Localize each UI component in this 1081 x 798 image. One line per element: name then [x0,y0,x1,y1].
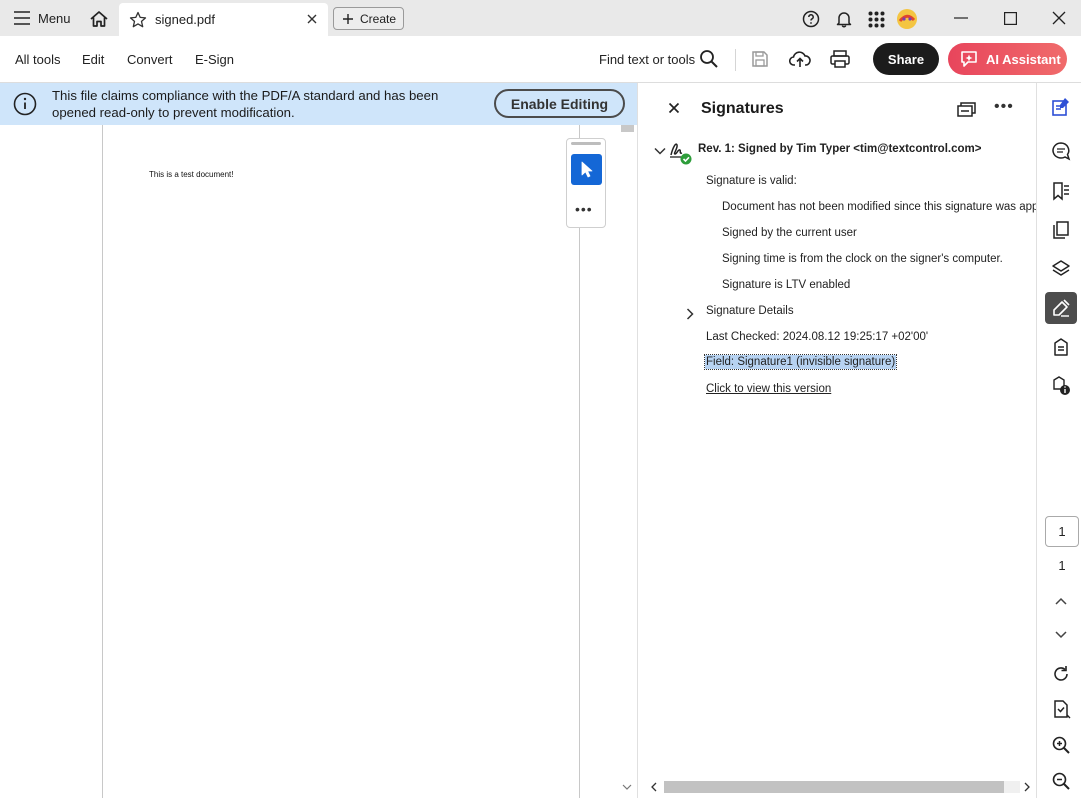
signature-field[interactable]: Field: Signature1 (invisible signature) [703,354,898,370]
layers-icon [1051,259,1071,279]
ai-assistant-button[interactable]: AI Assistant [948,43,1067,75]
search-icon[interactable] [699,49,719,69]
detail-signed-by-current-user: Signed by the current user [722,227,857,239]
more-tools-icon[interactable]: ••• [575,201,593,217]
cursor-arrow-icon [579,161,595,179]
main-toolbar: All tools Edit Convert E-Sign Find text … [0,36,1081,83]
menu-all-tools[interactable]: All tools [15,52,61,67]
signature-details-node[interactable]: Signature Details [706,305,794,317]
zoom-out-icon[interactable] [1045,765,1077,797]
chevron-right-icon[interactable] [686,308,694,320]
rail-bookmarks-button[interactable] [1045,175,1077,207]
menu-button[interactable]: Menu [8,4,77,32]
right-rail: 1 1 [1036,83,1081,798]
signatures-panel: Signatures ••• Rev. 1: Signed by Tim Typ… [637,83,1037,798]
rail-edit-pdf-button[interactable] [1045,91,1077,123]
panel-horizontal-scrollbar[interactable] [648,779,1034,795]
scroll-left-icon[interactable] [650,782,658,792]
last-checked: Last Checked: 2024.08.12 19:25:17 +02'00… [706,331,929,343]
star-icon[interactable] [129,11,147,29]
signature-pen-icon [1051,298,1071,318]
enable-editing-button[interactable]: Enable Editing [494,89,625,118]
close-window-icon[interactable] [1046,6,1072,30]
title-bar: Menu signed.pdf Create [0,0,1081,36]
menu-label: Menu [38,10,71,26]
rail-document-properties-button[interactable] [1045,370,1077,402]
current-page-input[interactable]: 1 [1045,516,1079,547]
view-version-link[interactable]: Click to view this version [706,383,831,395]
menu-e-sign[interactable]: E-Sign [195,52,234,67]
find-text-or-tools[interactable]: Find text or tools [599,52,695,67]
signature-status: Signature is valid: [706,175,797,187]
create-button[interactable]: Create [333,7,404,30]
toolbar-divider [735,49,736,71]
help-icon[interactable] [800,8,822,30]
comment-icon [1051,141,1071,161]
detail-ltv-enabled: Signature is LTV enabled [722,279,851,291]
ai-assistant-icon [960,50,980,68]
document-info-icon [1051,376,1071,396]
notice-message: This file claims compliance with the PDF… [52,88,439,120]
save-icon[interactable] [750,49,770,69]
edit-pdf-icon [1051,97,1071,117]
floating-toolbar: ••• [566,138,606,228]
detail-not-modified: Document has not been modified since thi… [722,201,1037,213]
info-icon [13,92,37,116]
pdf-page[interactable]: This is a test document! [102,125,580,798]
document-text: This is a test document! [149,170,234,179]
menu-convert[interactable]: Convert [127,52,173,67]
total-pages: 1 [1058,558,1066,573]
page-display-icon[interactable] [1045,693,1077,725]
plus-icon [342,13,354,25]
bookmark-icon [1051,181,1071,201]
rail-accessibility-button[interactable] [1045,331,1077,363]
pdfa-notice-banner: This file claims compliance with the PDF… [0,83,637,125]
scrollbar-thumb[interactable] [664,781,1004,793]
ai-assistant-label: AI Assistant [986,51,1061,67]
scrollbar-thumb[interactable] [621,125,634,132]
share-button[interactable]: Share [873,43,939,75]
zoom-in-icon[interactable] [1045,729,1077,761]
upload-cloud-icon[interactable] [789,49,811,69]
create-label: Create [360,11,397,26]
rail-layers-button[interactable] [1045,253,1077,285]
document-viewer[interactable]: This is a test document! ••• [0,125,637,798]
minimize-icon[interactable] [948,6,974,30]
print-icon[interactable] [829,49,851,69]
menu-edit[interactable]: Edit [82,52,104,67]
home-icon [89,10,109,28]
document-scrollbar[interactable] [620,125,634,798]
tab-signed-pdf[interactable]: signed.pdf [119,3,328,36]
scroll-down-icon[interactable] [621,782,633,792]
signature-valid-icon [668,139,692,165]
signature-tree: Rev. 1: Signed by Tim Typer <tim@textcon… [638,83,1037,773]
home-button[interactable] [86,6,112,32]
rail-comments-button[interactable] [1045,135,1077,167]
maximize-icon[interactable] [997,6,1023,30]
close-tab-icon[interactable] [305,12,319,26]
previous-page-icon[interactable] [1045,585,1077,617]
rotate-icon[interactable] [1045,658,1077,690]
select-tool-button[interactable] [571,154,602,185]
detail-signing-time: Signing time is from the clock on the si… [722,253,1003,265]
scroll-right-icon[interactable] [1023,782,1031,792]
revision-header[interactable]: Rev. 1: Signed by Tim Typer <tim@textcon… [698,143,981,155]
rail-pages-button[interactable] [1045,214,1077,246]
hamburger-icon [14,11,30,25]
pages-icon [1051,220,1071,240]
drag-handle[interactable] [571,142,601,145]
document-tag-icon [1051,337,1071,357]
apps-grid-icon[interactable] [865,8,887,30]
tab-label: signed.pdf [155,12,215,27]
bell-icon[interactable] [833,8,855,30]
rail-signatures-button[interactable] [1045,292,1077,324]
avatar[interactable] [896,8,918,30]
next-page-icon[interactable] [1045,619,1077,651]
chevron-down-icon[interactable] [654,147,666,155]
